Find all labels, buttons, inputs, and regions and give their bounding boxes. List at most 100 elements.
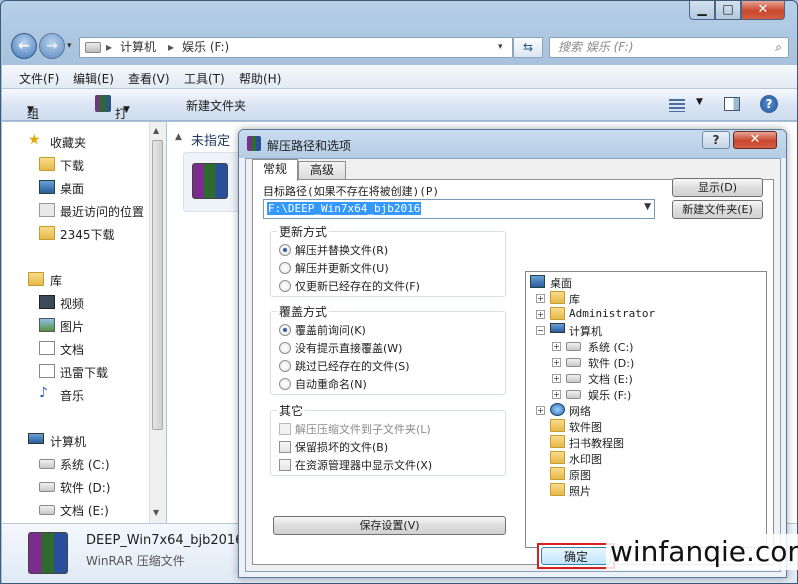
drive-icon	[39, 482, 55, 492]
maximize-button[interactable]: □	[715, 1, 741, 20]
dialog-body: 常规 高级 目标路径(如果不存在将被创建)(P) F:\DEEP_Win7x64…	[245, 158, 781, 572]
breadcrumb-separator-icon: ▸	[106, 40, 113, 54]
tree-node-label: 桌面	[550, 277, 572, 290]
expand-icon[interactable]: +	[552, 358, 561, 367]
option-label: 仅更新已经存在的文件(F)	[295, 280, 420, 293]
scroll-down-icon[interactable]: ▼	[153, 508, 159, 517]
close-button[interactable]: ✕	[741, 1, 785, 20]
nav-item-label: 下载	[60, 159, 85, 173]
tree-node-label: 软件图	[569, 421, 602, 434]
address-bar[interactable]: ▸ 计算机 ▸ 娱乐 (F:) ▾	[79, 37, 513, 58]
ok-button-highlight: 确定	[537, 543, 615, 569]
new-folder-button[interactable]: 新建文件夹(E)	[672, 200, 763, 219]
desktop-icon	[39, 180, 55, 194]
address-dropdown-icon[interactable]: ▾	[498, 38, 503, 57]
nav-item-label: 文档 (E:)	[60, 504, 109, 518]
radio-icon	[279, 262, 291, 274]
expand-icon[interactable]: +	[536, 310, 545, 319]
tree-node-label: 水印图	[569, 453, 602, 466]
tab-general[interactable]: 常规	[252, 159, 298, 181]
user-folder-icon	[550, 307, 565, 320]
group-collapse-icon[interactable]: ▲	[175, 132, 182, 142]
close-icon: ✕	[749, 132, 761, 147]
expand-icon[interactable]: +	[552, 374, 561, 383]
ok-button[interactable]: 确定	[541, 547, 611, 565]
radio-selected-icon	[279, 244, 291, 256]
tree-node-label: 扫书教程图	[569, 437, 624, 450]
forward-arrow-icon: →	[46, 38, 58, 54]
folder-icon	[550, 419, 565, 432]
show-button[interactable]: 显示(D)	[672, 178, 763, 197]
tree-node-label: 网络	[569, 405, 591, 418]
menu-edit[interactable]: 编辑(E)	[73, 70, 114, 87]
menu-help[interactable]: 帮助(H)	[239, 70, 281, 87]
preview-pane-icon[interactable]	[724, 97, 740, 111]
search-input[interactable]: 搜索 娱乐 (F:) ⌕	[549, 37, 789, 58]
expand-icon[interactable]: +	[536, 406, 545, 415]
pictures-icon	[39, 318, 55, 332]
nav-favorites-label: 收藏夹	[50, 136, 87, 150]
forward-button[interactable]: →	[39, 33, 65, 59]
tree-node-label: 软件 (D:)	[588, 357, 635, 370]
menu-tools[interactable]: 工具(T)	[184, 70, 225, 87]
downloads-folder-icon	[39, 157, 55, 171]
drive-icon	[566, 358, 581, 367]
folder-icon	[550, 435, 565, 448]
collapse-icon[interactable]: −	[536, 326, 545, 335]
option-label: 覆盖前询问(K)	[295, 324, 366, 337]
target-path-value: F:\DEEP_Win7x64_bjb2016	[267, 202, 422, 215]
chevron-down-icon[interactable]: ▼	[696, 97, 703, 107]
save-settings-button[interactable]: 保存设置(V)	[273, 516, 506, 535]
video-icon	[39, 295, 55, 309]
option-label: 在资源管理器中显示文件(X)	[295, 459, 433, 472]
target-path-label: 目标路径(如果不存在将被创建)(P)	[263, 185, 440, 198]
view-options-icon[interactable]	[669, 99, 685, 112]
checkbox-disabled-icon	[279, 423, 291, 435]
chevron-down-icon: ▼	[27, 105, 34, 115]
nav-libraries-label: 库	[50, 274, 63, 288]
nav-computer-label: 计算机	[50, 435, 87, 449]
system-drive-icon	[566, 342, 581, 351]
option-label: 没有提示直接覆盖(W)	[295, 342, 403, 355]
music-icon: ♪	[39, 385, 48, 401]
expand-icon[interactable]: +	[552, 342, 561, 351]
refresh-button[interactable]: ⇆	[513, 37, 543, 58]
expand-icon[interactable]: +	[536, 294, 545, 303]
tab-advanced[interactable]: 高级	[298, 161, 346, 179]
checkbox-icon	[279, 441, 291, 453]
file-item[interactable]	[183, 152, 243, 212]
minimize-button[interactable]: ▁	[689, 1, 715, 20]
option-label: 解压并替换文件(R)	[295, 244, 389, 257]
dialog-close-button[interactable]: ✕	[733, 131, 777, 149]
breadcrumb-drive[interactable]: 娱乐 (F:)	[182, 38, 229, 57]
menu-file[interactable]: 文件(F)	[19, 70, 59, 87]
menu-view[interactable]: 查看(V)	[128, 70, 170, 87]
drive-icon	[39, 505, 55, 515]
option-label: 自动重命名(N)	[295, 378, 367, 391]
dialog-help-button[interactable]: ?	[702, 131, 730, 149]
tree-node-label: 计算机	[569, 325, 602, 338]
scroll-up-icon[interactable]: ▲	[153, 126, 159, 135]
target-path-combobox[interactable]: F:\DEEP_Win7x64_bjb2016 ▼	[263, 199, 655, 219]
new-folder-button[interactable]: 新建文件夹	[186, 97, 246, 114]
help-icon[interactable]: ?	[760, 95, 778, 113]
breadcrumb-computer[interactable]: 计算机	[120, 38, 156, 57]
minimize-icon: ▁	[697, 2, 707, 16]
nav-scrollbar[interactable]: ▲ ▼	[149, 122, 166, 523]
tree-node-label: Administrator	[569, 307, 656, 320]
expand-icon[interactable]: +	[552, 390, 561, 399]
breadcrumb-separator-icon: ▸	[168, 40, 175, 54]
radio-icon	[279, 280, 291, 292]
tree-node-label: 照片	[569, 485, 591, 498]
nav-item-label: 系统 (C:)	[60, 458, 110, 472]
dialog-titlebar: 解压路径和选项 ? ✕	[239, 130, 786, 158]
group-header: 未指定	[191, 134, 231, 149]
computer-icon	[550, 323, 565, 333]
back-button[interactable]: ←	[11, 33, 37, 59]
chevron-down-icon[interactable]: ▼	[644, 202, 651, 212]
scrollbar-thumb[interactable]	[152, 140, 163, 430]
recent-pages-chevron-icon[interactable]: ▾	[67, 41, 72, 51]
folder-tree[interactable]: 桌面 + 库 + Administrator − 计算机 + 系统 (C:) + 软件 (…	[525, 271, 767, 548]
checkbox-icon	[279, 459, 291, 471]
library-icon	[550, 291, 565, 304]
